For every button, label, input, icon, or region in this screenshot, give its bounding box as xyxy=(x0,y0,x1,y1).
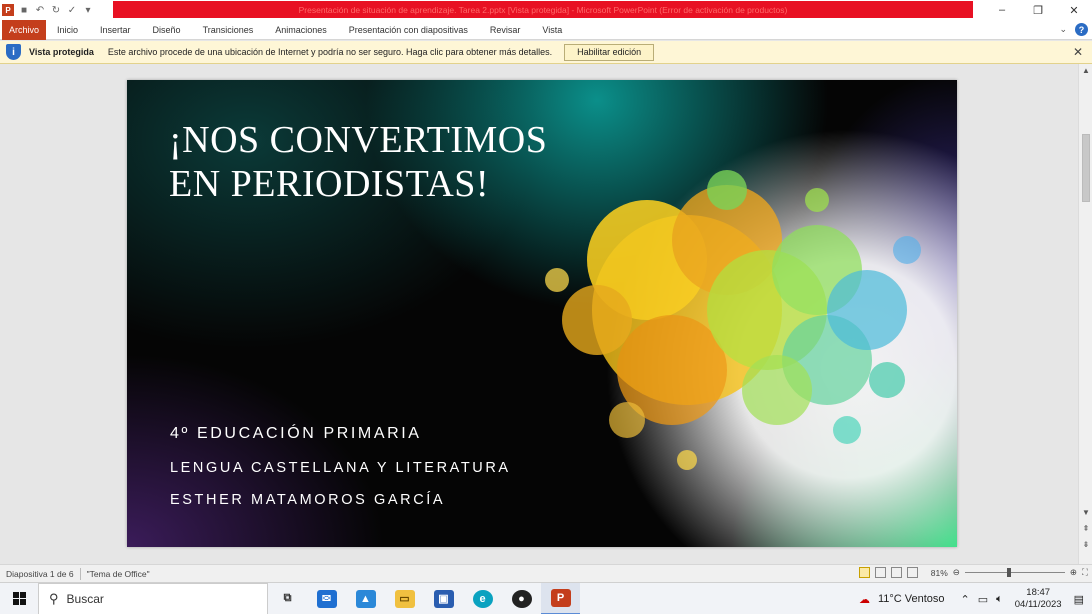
powerpoint-app-icon[interactable]: P xyxy=(2,4,14,16)
normal-view-icon[interactable] xyxy=(858,567,870,578)
save-icon[interactable]: ■ xyxy=(18,4,30,16)
taskbar-clock[interactable]: 18:47 04/11/2023 xyxy=(1015,587,1062,611)
tab-vista[interactable]: Vista xyxy=(531,20,573,40)
status-divider xyxy=(79,567,81,580)
taskbar-search[interactable]: ⚲ Buscar xyxy=(38,582,268,614)
spellcheck-icon[interactable]: ✓ xyxy=(66,4,78,16)
clock-date: 04/11/2023 xyxy=(1014,599,1062,610)
slide-subtitle-subject[interactable]: LENGUA CASTELLANA Y LITERATURA xyxy=(170,460,511,476)
theme-name: "Tema de Office" xyxy=(86,568,150,579)
chrome-app[interactable]: ● xyxy=(502,583,541,614)
zoom-out-icon[interactable]: ⊖ xyxy=(953,567,960,578)
clock-time: 18:47 xyxy=(1026,587,1051,598)
protected-view-title: Vista protegida xyxy=(29,47,94,57)
slide-counter: Diapositiva 1 de 6 xyxy=(6,568,74,579)
shield-icon: i xyxy=(6,44,21,60)
zoom-slider-knob[interactable] xyxy=(1006,568,1011,577)
fit-to-window-icon[interactable]: ⛶ xyxy=(1082,567,1088,578)
close-icon[interactable]: ✕ xyxy=(1073,45,1083,59)
next-slide-icon[interactable]: ⇟ xyxy=(1079,540,1092,549)
store-app[interactable]: ▣ xyxy=(424,583,463,614)
windows-taskbar: ⚲ Buscar ⧉ ✉ ▲ ▭ ▣ e ● P ☁ 11°C Ventoso … xyxy=(0,582,1092,614)
help-icon[interactable]: ? xyxy=(1075,23,1088,36)
scroll-down-icon[interactable]: ▼ xyxy=(1079,508,1092,517)
system-tray: ☁ 11°C Ventoso ⌃ ▭ 🔈︎ 18:47 04/11/2023 ▤ xyxy=(855,583,1092,614)
window-controls: – ❐ ✕ xyxy=(984,0,1092,20)
slide-title[interactable]: ¡NOS CONVERTIMOS EN PERIODISTAS! xyxy=(169,118,609,206)
previous-slide-icon[interactable]: ⇞ xyxy=(1079,524,1092,533)
weather-text[interactable]: 11°C Ventoso xyxy=(878,593,945,605)
protected-view-bar: i Vista protegida Este archivo procede d… xyxy=(0,41,1092,64)
slide-title-line-2: EN PERIODISTAS! xyxy=(169,163,490,205)
vertical-scrollbar[interactable]: ▲ ▼ ⇞ ⇟ xyxy=(1078,64,1092,564)
notifications-icon[interactable]: ▤ xyxy=(1074,593,1084,606)
task-view-icon: ⧉ xyxy=(283,592,292,604)
quick-access-toolbar: P ■ ↶ ↻ ✓ ▾ xyxy=(0,0,94,20)
slide-1[interactable]: ¡NOS CONVERTIMOS EN PERIODISTAS! 4º EDUC… xyxy=(127,80,957,547)
powerpoint-taskbar-app[interactable]: P xyxy=(541,582,580,614)
window-title: Presentación de situación de aprendizaje… xyxy=(113,1,973,18)
photos-app[interactable]: ▲ xyxy=(346,583,385,614)
status-bar: Diapositiva 1 de 6 "Tema de Office" 81% … xyxy=(0,564,1092,582)
store-icon: ▣ xyxy=(433,589,454,608)
tab-revisar[interactable]: Revisar xyxy=(479,20,532,40)
task-view-button[interactable]: ⧉ xyxy=(268,583,307,614)
tab-inicio[interactable]: Inicio xyxy=(46,20,89,40)
mail-icon: ✉ xyxy=(316,589,337,608)
protected-view-message[interactable]: Este archivo procede de una ubicación de… xyxy=(108,47,552,57)
search-icon: ⚲ xyxy=(49,590,59,606)
scroll-thumb[interactable] xyxy=(1082,134,1090,202)
edge-icon: e xyxy=(472,589,493,608)
windows-logo-icon xyxy=(12,592,26,605)
tab-diseno[interactable]: Diseño xyxy=(142,20,192,40)
undo-icon[interactable]: ↶ xyxy=(34,4,46,16)
slide-subtitle-grade[interactable]: 4º EDUCACIÓN PRIMARIA xyxy=(170,425,422,443)
ribbon-expand-icon[interactable]: ⌄ xyxy=(1059,24,1067,35)
close-button[interactable]: ✕ xyxy=(1056,0,1092,20)
tab-presentacion[interactable]: Presentación con diapositivas xyxy=(338,20,479,40)
tab-insertar[interactable]: Insertar xyxy=(89,20,142,40)
minimize-button[interactable]: – xyxy=(984,0,1020,20)
photos-icon: ▲ xyxy=(355,589,376,608)
powerpoint-icon: P xyxy=(550,588,571,607)
browser-icon: ● xyxy=(511,589,532,608)
volume-icon[interactable]: 🔈︎ xyxy=(996,593,1003,606)
weather-icon[interactable]: ☁ xyxy=(859,593,870,606)
customize-toolbar-icon[interactable]: ▾ xyxy=(82,4,94,16)
tab-transiciones[interactable]: Transiciones xyxy=(192,20,265,40)
restore-button[interactable]: ❐ xyxy=(1020,0,1056,20)
slide-sorter-icon[interactable] xyxy=(874,567,886,578)
edge-app[interactable]: e xyxy=(463,583,502,614)
chevron-up-icon[interactable]: ⌃ xyxy=(961,593,970,606)
battery-icon[interactable]: ▭ xyxy=(978,593,988,606)
folder-icon: ▭ xyxy=(394,589,415,608)
file-explorer-app[interactable]: ▭ xyxy=(385,583,424,614)
slide-subtitle-author[interactable]: ESTHER MATAMOROS GARCÍA xyxy=(170,492,445,508)
slide-title-line-1: ¡NOS CONVERTIMOS xyxy=(169,119,548,161)
zoom-level[interactable]: 81% xyxy=(931,568,948,578)
zoom-in-icon[interactable]: ⊕ xyxy=(1070,567,1077,578)
scroll-up-icon[interactable]: ▲ xyxy=(1079,66,1092,75)
title-bar: P ■ ↶ ↻ ✓ ▾ Presentación de situación de… xyxy=(0,0,1092,20)
slideshow-icon[interactable] xyxy=(906,567,918,578)
tab-animaciones[interactable]: Animaciones xyxy=(264,20,338,40)
search-placeholder: Buscar xyxy=(66,591,104,606)
enable-editing-button[interactable]: Habilitar edición xyxy=(564,43,655,61)
tab-archivo[interactable]: Archivo xyxy=(2,19,47,40)
zoom-slider[interactable] xyxy=(964,568,1065,577)
mail-app[interactable]: ✉ xyxy=(307,583,346,614)
redo-icon[interactable]: ↻ xyxy=(50,4,62,16)
reading-view-icon[interactable] xyxy=(890,567,902,578)
start-button[interactable] xyxy=(0,583,38,614)
ribbon-tabs: Archivo Inicio Insertar Diseño Transicio… xyxy=(0,19,1092,40)
